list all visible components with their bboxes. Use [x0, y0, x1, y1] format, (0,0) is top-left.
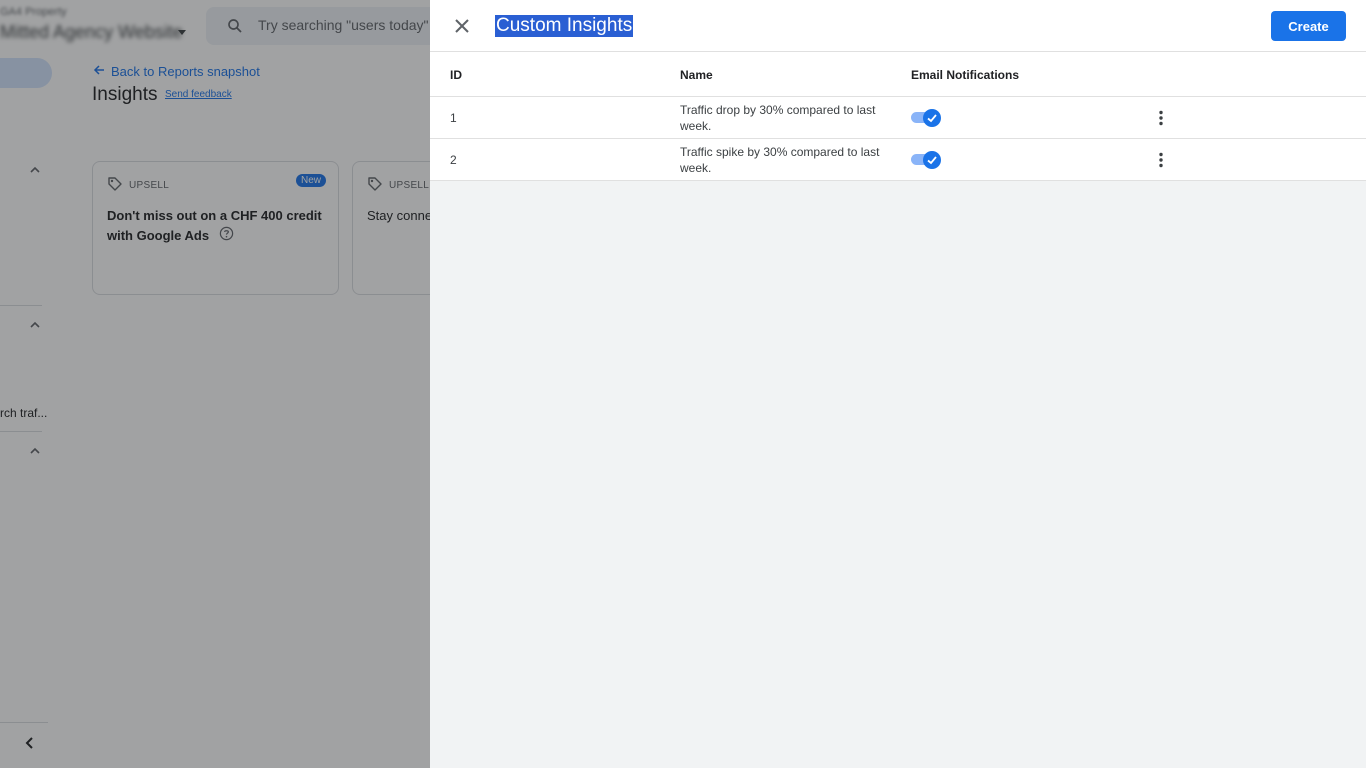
row-name: Traffic drop by 30% compared to last wee… [680, 103, 876, 133]
row-name: Traffic spike by 30% compared to last we… [680, 145, 880, 175]
check-icon [927, 114, 937, 123]
close-button[interactable] [452, 16, 472, 36]
column-header-id[interactable]: ID [450, 68, 462, 82]
modal-scrim[interactable] [0, 0, 430, 768]
panel-header: Custom Insights Create [430, 0, 1366, 52]
close-icon [452, 19, 472, 40]
panel-title: Custom Insights [495, 15, 634, 37]
create-button[interactable]: Create [1271, 11, 1346, 41]
toggle-knob [923, 109, 941, 127]
row-id: 2 [450, 153, 457, 167]
column-header-name[interactable]: Name [680, 68, 713, 82]
table-row[interactable]: 1 Traffic drop by 30% compared to last w… [430, 97, 1366, 139]
toggle-knob [923, 151, 941, 169]
more-vert-icon[interactable] [1152, 151, 1170, 169]
table-row[interactable]: 2 Traffic spike by 30% compared to last … [430, 139, 1366, 181]
table-header: ID Name Email Notifications [430, 52, 1366, 97]
custom-insights-panel: Custom Insights Create ID Name Email Not… [430, 0, 1366, 768]
row-id: 1 [450, 111, 457, 125]
email-notification-toggle[interactable] [911, 151, 941, 169]
more-vert-icon[interactable] [1152, 109, 1170, 127]
column-header-email[interactable]: Email Notifications [911, 68, 1019, 82]
email-notification-toggle[interactable] [911, 109, 941, 127]
insights-table: ID Name Email Notifications 1 Traffic dr… [430, 52, 1366, 181]
check-icon [927, 156, 937, 165]
